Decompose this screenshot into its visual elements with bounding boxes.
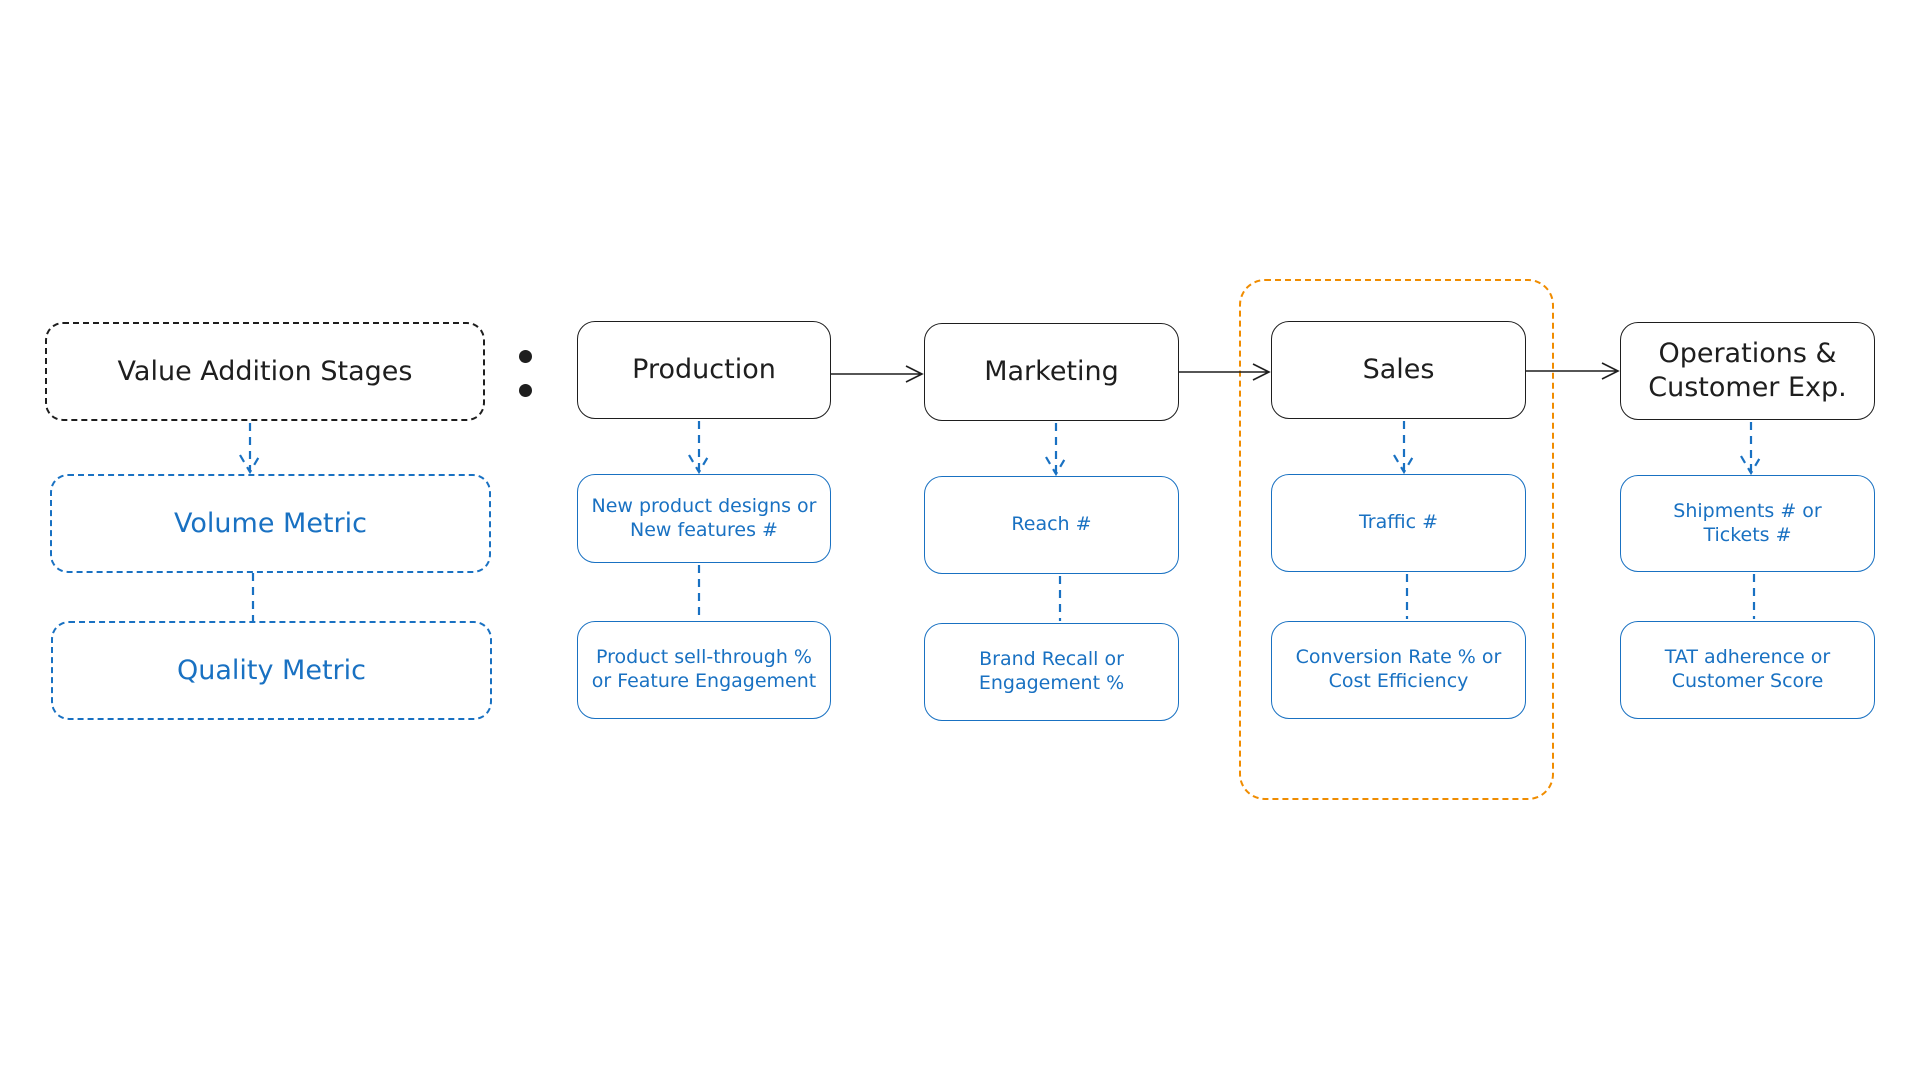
volume-metric-operations: Shipments # or Tickets # — [1620, 475, 1875, 572]
legend-volume-label: Volume Metric — [174, 507, 367, 539]
volume-metric-marketing: Reach # — [924, 476, 1179, 574]
volume-metric-sales: Traffic # — [1271, 474, 1526, 572]
metric-label: Brand Recall or Engagement % — [978, 648, 1125, 694]
colon-dot-top — [519, 350, 532, 363]
stage-label: Marketing — [984, 356, 1119, 388]
stage-label: Sales — [1362, 354, 1435, 386]
sales-to-operations-arrow — [1526, 362, 1620, 380]
stage-label: Production — [632, 354, 776, 386]
production-to-marketing-arrow — [831, 365, 924, 383]
stage-marketing: Marketing — [924, 323, 1179, 421]
quality-metric-operations: TAT adherence or Customer Score — [1620, 621, 1875, 719]
production-arrow — [688, 421, 710, 475]
quality-metric-sales: Conversion Rate % or Cost Efficiency — [1271, 621, 1526, 719]
legend-stage-label: Value Addition Stages — [117, 355, 413, 387]
legend-stage-box: Value Addition Stages — [45, 322, 485, 421]
metric-label: TAT adherence or Customer Score — [1664, 646, 1831, 692]
metric-label: Reach # — [1011, 513, 1092, 536]
legend-arrow — [239, 423, 261, 475]
legend-quality-box: Quality Metric — [51, 621, 492, 720]
quality-metric-production: Product sell-through % or Feature Engage… — [577, 621, 831, 719]
stage-production: Production — [577, 321, 831, 419]
quality-metric-marketing: Brand Recall or Engagement % — [924, 623, 1179, 721]
metric-label: Product sell-through % or Feature Engage… — [591, 646, 817, 692]
metric-label: New product designs or New features # — [591, 494, 817, 541]
marketing-arrow — [1045, 423, 1067, 477]
stage-label: Operations & Customer Exp. — [1648, 338, 1847, 403]
stage-sales: Sales — [1271, 321, 1526, 419]
operations-arrow — [1740, 422, 1762, 476]
volume-metric-production: New product designs or New features # — [577, 474, 831, 563]
metric-label: Conversion Rate % or Cost Efficiency — [1295, 646, 1502, 692]
stage-operations: Operations & Customer Exp. — [1620, 322, 1875, 420]
metric-label: Shipments # or Tickets # — [1673, 499, 1822, 546]
sales-arrow — [1393, 421, 1415, 475]
metric-label: Traffic # — [1358, 511, 1439, 534]
colon-dot-bottom — [519, 384, 532, 397]
marketing-to-sales-arrow — [1179, 363, 1271, 381]
legend-quality-label: Quality Metric — [177, 654, 366, 686]
legend-volume-box: Volume Metric — [50, 474, 491, 573]
